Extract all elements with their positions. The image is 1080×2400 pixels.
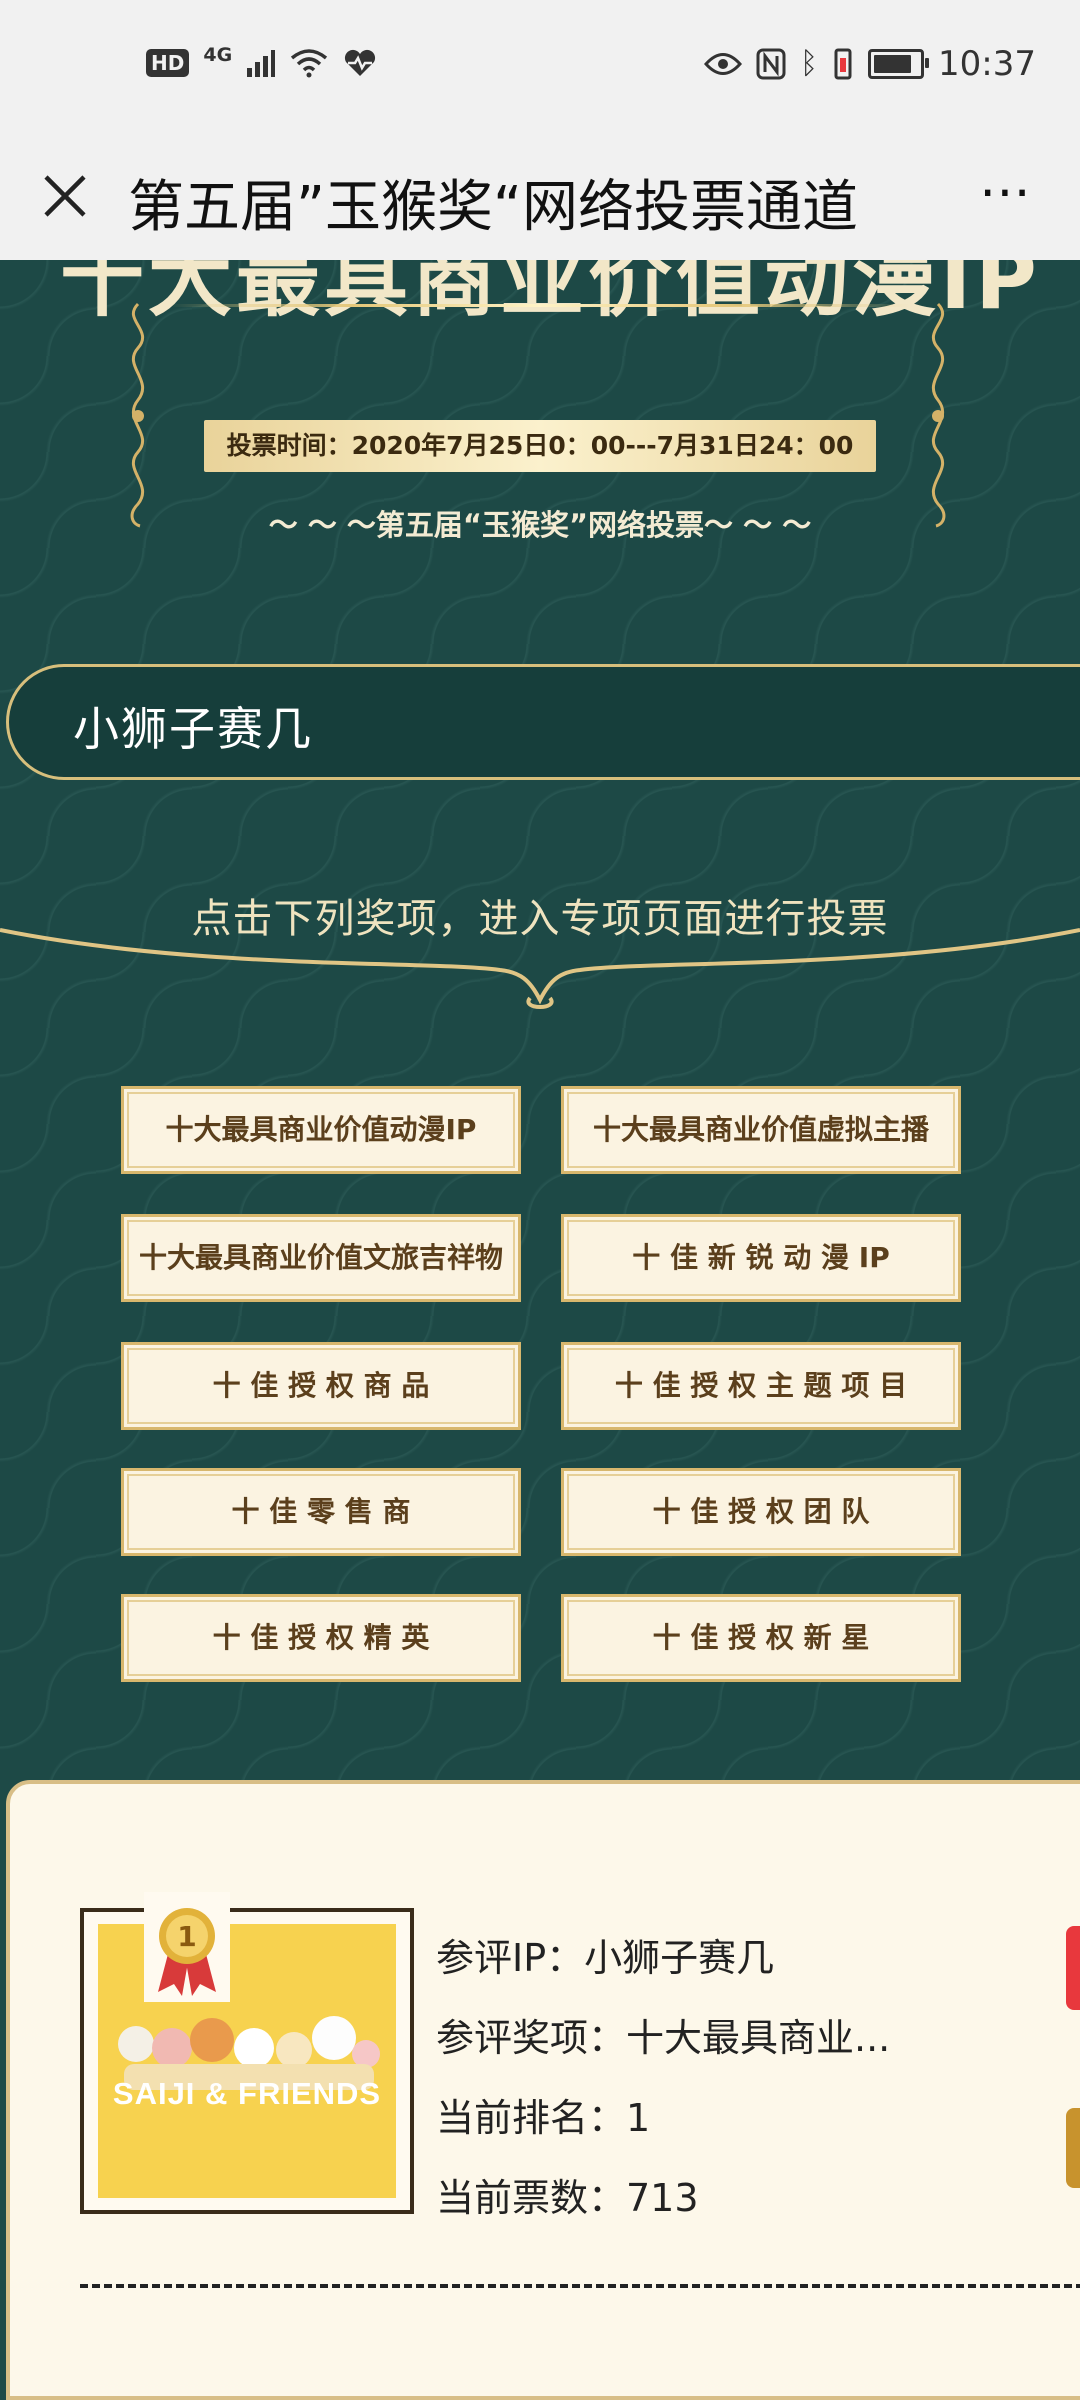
eye-icon bbox=[704, 53, 743, 75]
right-ornament bbox=[931, 302, 946, 528]
battery-icon bbox=[868, 49, 930, 79]
current-votes: 当前票数：713 bbox=[436, 2176, 699, 2220]
hd-icon: HD bbox=[146, 49, 190, 77]
poster-brand: SAIJI & FRIENDS bbox=[112, 2076, 382, 2111]
award-button[interactable]: 十 佳 授 权 精 英 bbox=[121, 1594, 521, 1682]
candidate-name-banner: 小狮子赛几 bbox=[6, 664, 1080, 780]
current-rank: 当前排名：1 bbox=[436, 2096, 651, 2140]
award-button[interactable]: 十 佳 授 权 商 品 bbox=[121, 1342, 521, 1430]
card-divider bbox=[80, 2284, 1080, 2288]
candidate-name: 小狮子赛几 bbox=[73, 702, 313, 756]
network-type: 4G bbox=[203, 44, 233, 66]
award-button[interactable]: 十 佳 授 权 主 题 项 目 bbox=[561, 1342, 961, 1430]
gold-medal-icon: 1 bbox=[144, 1892, 230, 2002]
award-button[interactable]: 十 佳 零 售 商 bbox=[121, 1468, 521, 1556]
vibrate-icon bbox=[834, 48, 852, 80]
status-right-icons: ᛒ 10:37 bbox=[704, 44, 1036, 84]
hero-heading: 十大最具商业价值动漫IP bbox=[60, 260, 1041, 328]
more-button[interactable]: ⋯ bbox=[966, 160, 1046, 230]
candidate-poster[interactable]: SAIJI & FRIENDS 1 bbox=[80, 1892, 414, 2214]
award-button[interactable]: 十大最具商业价值虚拟主播 bbox=[561, 1086, 961, 1174]
bluetooth-icon: ᛒ bbox=[800, 46, 819, 81]
vote-time-banner: 投票时间：2020年7月25日0：00---7月31日24：00 bbox=[204, 420, 876, 472]
award-button[interactable]: 十 佳 授 权 团 队 bbox=[561, 1468, 961, 1556]
close-button[interactable] bbox=[30, 156, 100, 236]
status-bar: HD 4G ᛒ 10:37 bbox=[0, 0, 1080, 132]
vote-button-edge[interactable] bbox=[1066, 1926, 1080, 2010]
award-button[interactable]: 十 佳 新 锐 动 漫 IP bbox=[561, 1214, 961, 1302]
candidate-info: 参评IP：小狮子赛几 参评奖项：十大最具商业... 当前排名：1 当前票数：71… bbox=[436, 1918, 976, 2238]
award-button[interactable]: 十大最具商业价值文旅吉祥物 bbox=[121, 1214, 521, 1302]
more-icon: ⋯ bbox=[979, 162, 1033, 222]
award-category: 参评奖项：十大最具商业... bbox=[436, 2016, 891, 2060]
nfc-icon bbox=[756, 48, 786, 80]
heart-rate-icon bbox=[345, 49, 376, 76]
hero-gold-line bbox=[170, 304, 910, 307]
vote-page-content: 十大最具商业价值动漫IP 投票时间：2020年7月25日0：00---7月31日… bbox=[0, 260, 1080, 1780]
poster-image: SAIJI & FRIENDS bbox=[98, 1924, 396, 2198]
status-time: 10:37 bbox=[938, 44, 1036, 84]
award-button[interactable]: 十大最具商业价值动漫IP bbox=[121, 1086, 521, 1174]
signal-icon bbox=[247, 50, 276, 77]
ip-name: 参评IP：小狮子赛几 bbox=[436, 1936, 775, 1980]
share-button-edge[interactable] bbox=[1066, 2108, 1080, 2188]
award-button[interactable]: 十 佳 授 权 新 星 bbox=[561, 1594, 961, 1682]
medal-number: 1 bbox=[177, 1920, 196, 1953]
vote-subtitle: ～ ～ ～第五届“玉猴奖”网络投票～ ～ ～ bbox=[268, 508, 812, 542]
wifi-icon bbox=[291, 49, 328, 78]
page-title: 第五届”玉猴奖“网络投票通道 bbox=[128, 175, 859, 240]
title-bar: 第五届”玉猴奖“网络投票通道 ⋯ bbox=[0, 132, 1080, 260]
close-icon bbox=[44, 175, 86, 217]
gold-divider bbox=[0, 928, 1080, 1009]
left-ornament bbox=[130, 302, 145, 528]
status-left-icons: HD 4G bbox=[146, 44, 378, 78]
candidate-card[interactable]: SAIJI & FRIENDS 1 参评IP：小狮子赛几 参评奖项：十大最具商业… bbox=[6, 1780, 1080, 2400]
